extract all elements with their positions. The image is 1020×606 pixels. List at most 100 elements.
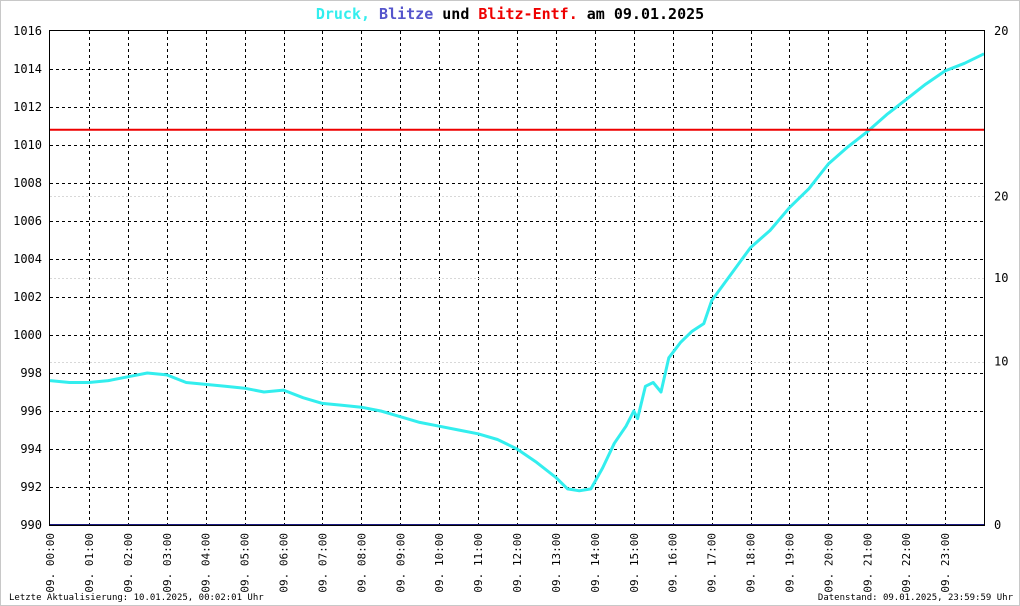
data-point [602,467,604,469]
y-tick-label: 1006 [13,214,42,228]
data-point [578,490,580,492]
data-point [644,385,647,387]
data-point [703,323,705,325]
data-point [625,425,627,427]
x-tick-label: 09. 03:00 [161,533,174,593]
y-tick-label: 1002 [13,290,42,304]
data-point [419,421,421,423]
data-point [613,442,615,444]
data-point [516,448,518,450]
y-tick-label: 994 [20,442,42,456]
y-tick-label: 990 [20,518,42,532]
title-und: und [442,5,469,23]
data-point [205,383,207,385]
x-tick-label: 09. 06:00 [278,533,291,593]
title-blitz-entf: Blitz-Entf. [478,5,577,23]
data-point [127,376,129,378]
data-point [847,146,849,148]
title-druck: Druck, [316,5,370,23]
data-point [827,163,829,165]
data-point [535,461,538,463]
data-point [925,83,927,85]
x-tick-label: 09. 08:00 [355,533,368,593]
pressure-chart: 9909929949969981000100210041006100810101… [9,5,1014,603]
y-tick-label: 1012 [13,100,42,114]
data-point [438,425,440,427]
data-point [263,391,265,393]
right-tick-label: 20 [994,189,1008,203]
right-tick-label: 10 [994,271,1008,285]
x-tick-label: 09. 16:00 [667,533,680,593]
data-point [146,372,148,374]
right-tick-label: 0 [994,518,1001,532]
x-tick-label: 09. 21:00 [861,533,874,593]
x-tick-label: 09. 15:00 [628,533,641,593]
data-point [866,131,868,133]
data-point [668,357,670,359]
title-blitze: Blitze [379,5,433,23]
data-point [477,433,479,435]
data-point [963,62,966,64]
y-tick-label: 1014 [13,62,42,76]
y-tick-label: 998 [20,366,42,380]
data-point [282,389,285,391]
x-tick-label: 09. 02:00 [122,533,135,593]
data-point [633,410,635,412]
x-tick-label: 09. 11:00 [472,533,485,593]
right-axis: 0 10 10 20 20 [994,24,1008,532]
x-tick-label: 09. 13:00 [550,533,563,593]
data-point [224,385,226,387]
x-tick-label: 09. 00:00 [44,533,57,593]
data-point [769,229,771,232]
y-tick-label: 1016 [13,24,42,38]
x-tick-label: 09. 04:00 [200,533,213,593]
x-tick-label: 09. 19:00 [783,533,796,593]
x-tick-label: 09. 09:00 [394,533,407,593]
footer-data-status: Datenstand: 09.01.2025, 23:59:59 Uhr [818,593,1014,603]
data-point [730,273,732,275]
data-point [166,374,168,376]
data-point [711,300,713,302]
data-point [360,406,362,408]
data-point [905,98,907,100]
title-date: am 09.01.2025 [587,5,704,23]
grid [50,31,984,525]
data-point [458,429,460,431]
data-point [886,114,888,116]
y-tick-label: 992 [20,480,42,494]
y-tick-label: 1000 [13,328,42,342]
x-tick-label: 09. 22:00 [900,533,913,593]
data-point [399,416,401,418]
data-point [590,488,592,490]
y-tick-label: 1010 [13,138,42,152]
data-point [691,330,693,332]
chart-title: Druck, Blitze und Blitz-Entf. am 09.01.2… [316,5,704,23]
x-tick-label: 09. 20:00 [822,533,835,593]
data-point [185,381,187,384]
left-axis: 990 992 994 996 998 1000 1002 1004 1006 1008 1010 1… [13,24,42,532]
data-point [107,380,109,382]
x-tick-label: 09. 10:00 [433,533,446,593]
data-point [944,70,946,72]
data-point [321,402,323,404]
data-point [302,397,304,399]
data-point [660,391,662,393]
x-tick-label: 09. 14:00 [589,533,602,593]
x-tick-label: 09. 07:00 [316,533,329,593]
y-tick-label: 1008 [13,176,42,190]
data-point [341,404,343,406]
x-tick-label: 09. 05:00 [239,533,252,593]
data-point [788,207,791,209]
y-tick-label: 1004 [13,252,42,266]
data-point [679,342,682,344]
data-point [808,188,810,190]
x-tick-label: 09. 23:00 [939,533,952,593]
x-tick-label: 09. 12:00 [511,533,524,593]
x-tick-label: 09. 01:00 [83,533,96,593]
x-axis: 09. 00:00 09. 01:00 09. 02:00 09. 03:00 09. … [44,533,952,593]
x-tick-label: 09. 17:00 [706,533,719,593]
right-tick-label: 20 [994,24,1008,38]
data-point [555,476,557,479]
data-point [88,381,90,384]
right-tick-label: 10 [994,355,1008,369]
